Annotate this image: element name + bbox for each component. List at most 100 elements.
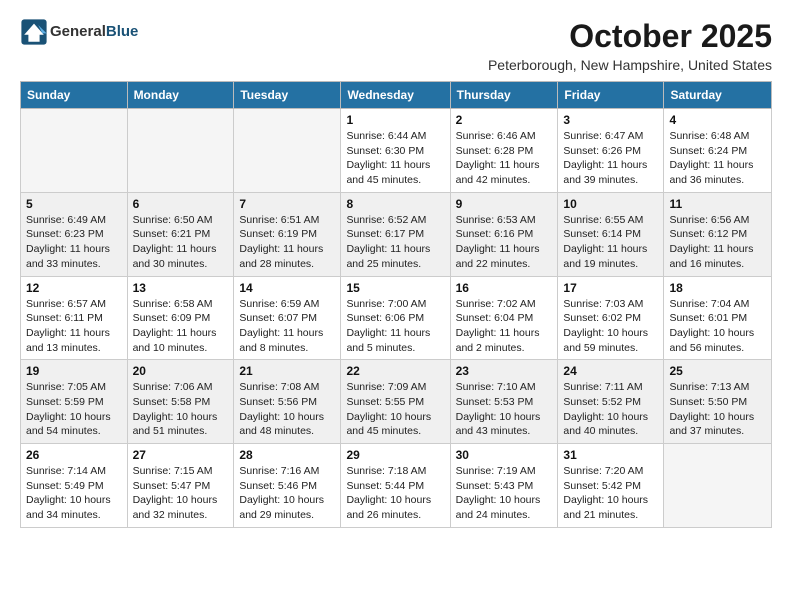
day-info: Sunrise: 7:13 AM Sunset: 5:50 PM Dayligh… <box>669 380 766 439</box>
table-row: 8 Sunrise: 6:52 AM Sunset: 6:17 PM Daylig… <box>341 192 450 276</box>
day-number: 20 <box>133 364 229 378</box>
day-number: 18 <box>669 281 766 295</box>
day-info: Sunrise: 6:56 AM Sunset: 6:12 PM Dayligh… <box>669 213 766 272</box>
table-row: 23 Sunrise: 7:10 AM Sunset: 5:53 PM Dayli… <box>450 360 558 444</box>
header: GeneralBlue October 2025 Peterborough, N… <box>20 18 772 73</box>
day-number: 1 <box>346 113 444 127</box>
logo: GeneralBlue <box>20 18 138 46</box>
day-number: 5 <box>26 197 122 211</box>
page: GeneralBlue October 2025 Peterborough, N… <box>0 0 792 546</box>
day-info: Sunrise: 6:50 AM Sunset: 6:21 PM Dayligh… <box>133 213 229 272</box>
day-info: Sunrise: 6:49 AM Sunset: 6:23 PM Dayligh… <box>26 213 122 272</box>
day-number: 7 <box>239 197 335 211</box>
table-row: 3 Sunrise: 6:47 AM Sunset: 6:26 PM Daylig… <box>558 109 664 193</box>
table-row: 24Sunrise: 7:11 AM Sunset: 5:52 PM Dayli… <box>558 360 664 444</box>
day-number: 25 <box>669 364 766 378</box>
day-info: Sunrise: 6:44 AM Sunset: 6:30 PM Dayligh… <box>346 129 444 188</box>
table-row: 10 Sunrise: 6:55 AM Sunset: 6:14 PM Dayli… <box>558 192 664 276</box>
day-info: Sunrise: 7:15 AM Sunset: 5:47 PM Dayligh… <box>133 464 229 523</box>
day-info: Sunrise: 7:09 AM Sunset: 5:55 PM Dayligh… <box>346 380 444 439</box>
table-row: 4Sunrise: 6:48 AM Sunset: 6:24 PM Daylig… <box>664 109 772 193</box>
col-thursday: Thursday <box>450 82 558 109</box>
table-row: 9Sunrise: 6:53 AM Sunset: 6:16 PM Daylig… <box>450 192 558 276</box>
col-saturday: Saturday <box>664 82 772 109</box>
day-info: Sunrise: 6:55 AM Sunset: 6:14 PM Dayligh… <box>563 213 658 272</box>
calendar-week-row: 19Sunrise: 7:05 AM Sunset: 5:59 PM Dayli… <box>21 360 772 444</box>
day-info: Sunrise: 7:16 AM Sunset: 5:46 PM Dayligh… <box>239 464 335 523</box>
day-info: Sunrise: 6:58 AM Sunset: 6:09 PM Dayligh… <box>133 297 229 356</box>
day-info: Sunrise: 7:04 AM Sunset: 6:01 PM Dayligh… <box>669 297 766 356</box>
calendar-table: Sunday Monday Tuesday Wednesday Thursday… <box>20 81 772 528</box>
table-row <box>21 109 128 193</box>
day-number: 16 <box>456 281 553 295</box>
day-number: 10 <box>563 197 658 211</box>
day-info: Sunrise: 6:47 AM Sunset: 6:26 PM Dayligh… <box>563 129 658 188</box>
title-block: October 2025 Peterborough, New Hampshire… <box>488 18 772 73</box>
table-row: 6 Sunrise: 6:50 AM Sunset: 6:21 PM Daylig… <box>127 192 234 276</box>
table-row: 11 Sunrise: 6:56 AM Sunset: 6:12 PM Dayli… <box>664 192 772 276</box>
day-number: 14 <box>239 281 335 295</box>
day-number: 24 <box>563 364 658 378</box>
col-sunday: Sunday <box>21 82 128 109</box>
day-info: Sunrise: 7:18 AM Sunset: 5:44 PM Dayligh… <box>346 464 444 523</box>
table-row: 13 Sunrise: 6:58 AM Sunset: 6:09 PM Dayli… <box>127 276 234 360</box>
calendar-week-row: 12Sunrise: 6:57 AM Sunset: 6:11 PM Dayli… <box>21 276 772 360</box>
day-number: 21 <box>239 364 335 378</box>
calendar-week-row: 1 Sunrise: 6:44 AM Sunset: 6:30 PM Daylig… <box>21 109 772 193</box>
day-info: Sunrise: 7:02 AM Sunset: 6:04 PM Dayligh… <box>456 297 553 356</box>
logo-icon <box>20 18 48 46</box>
day-number: 30 <box>456 448 553 462</box>
table-row: 18 Sunrise: 7:04 AM Sunset: 6:01 PM Dayli… <box>664 276 772 360</box>
table-row: 12Sunrise: 6:57 AM Sunset: 6:11 PM Dayli… <box>21 276 128 360</box>
calendar-week-row: 5 Sunrise: 6:49 AM Sunset: 6:23 PM Daylig… <box>21 192 772 276</box>
day-number: 15 <box>346 281 444 295</box>
day-number: 4 <box>669 113 766 127</box>
day-number: 3 <box>563 113 658 127</box>
table-row: 15Sunrise: 7:00 AM Sunset: 6:06 PM Dayli… <box>341 276 450 360</box>
day-number: 26 <box>26 448 122 462</box>
col-tuesday: Tuesday <box>234 82 341 109</box>
table-row <box>234 109 341 193</box>
table-row: 19Sunrise: 7:05 AM Sunset: 5:59 PM Dayli… <box>21 360 128 444</box>
day-number: 29 <box>346 448 444 462</box>
day-number: 9 <box>456 197 553 211</box>
day-number: 23 <box>456 364 553 378</box>
month-title: October 2025 <box>488 18 772 55</box>
table-row <box>127 109 234 193</box>
table-row: 1 Sunrise: 6:44 AM Sunset: 6:30 PM Daylig… <box>341 109 450 193</box>
day-info: Sunrise: 6:52 AM Sunset: 6:17 PM Dayligh… <box>346 213 444 272</box>
day-number: 27 <box>133 448 229 462</box>
col-monday: Monday <box>127 82 234 109</box>
table-row: 14Sunrise: 6:59 AM Sunset: 6:07 PM Dayli… <box>234 276 341 360</box>
day-number: 13 <box>133 281 229 295</box>
table-row: 21Sunrise: 7:08 AM Sunset: 5:56 PM Dayli… <box>234 360 341 444</box>
col-wednesday: Wednesday <box>341 82 450 109</box>
table-row: 5 Sunrise: 6:49 AM Sunset: 6:23 PM Daylig… <box>21 192 128 276</box>
table-row: 27 Sunrise: 7:15 AM Sunset: 5:47 PM Dayli… <box>127 444 234 528</box>
location-subtitle: Peterborough, New Hampshire, United Stat… <box>488 57 772 73</box>
calendar-header-row: Sunday Monday Tuesday Wednesday Thursday… <box>21 82 772 109</box>
day-info: Sunrise: 7:10 AM Sunset: 5:53 PM Dayligh… <box>456 380 553 439</box>
day-info: Sunrise: 7:06 AM Sunset: 5:58 PM Dayligh… <box>133 380 229 439</box>
day-number: 11 <box>669 197 766 211</box>
day-number: 17 <box>563 281 658 295</box>
table-row <box>664 444 772 528</box>
day-info: Sunrise: 6:51 AM Sunset: 6:19 PM Dayligh… <box>239 213 335 272</box>
table-row: 29 Sunrise: 7:18 AM Sunset: 5:44 PM Dayli… <box>341 444 450 528</box>
day-number: 6 <box>133 197 229 211</box>
table-row: 28 Sunrise: 7:16 AM Sunset: 5:46 PM Dayli… <box>234 444 341 528</box>
day-number: 19 <box>26 364 122 378</box>
day-number: 8 <box>346 197 444 211</box>
day-info: Sunrise: 6:57 AM Sunset: 6:11 PM Dayligh… <box>26 297 122 356</box>
day-info: Sunrise: 6:46 AM Sunset: 6:28 PM Dayligh… <box>456 129 553 188</box>
table-row: 26 Sunrise: 7:14 AM Sunset: 5:49 PM Dayli… <box>21 444 128 528</box>
day-info: Sunrise: 7:03 AM Sunset: 6:02 PM Dayligh… <box>563 297 658 356</box>
table-row: 31Sunrise: 7:20 AM Sunset: 5:42 PM Dayli… <box>558 444 664 528</box>
table-row: 7 Sunrise: 6:51 AM Sunset: 6:19 PM Daylig… <box>234 192 341 276</box>
day-number: 28 <box>239 448 335 462</box>
day-info: Sunrise: 7:14 AM Sunset: 5:49 PM Dayligh… <box>26 464 122 523</box>
table-row: 22Sunrise: 7:09 AM Sunset: 5:55 PM Dayli… <box>341 360 450 444</box>
table-row: 17 Sunrise: 7:03 AM Sunset: 6:02 PM Dayli… <box>558 276 664 360</box>
calendar-week-row: 26 Sunrise: 7:14 AM Sunset: 5:49 PM Dayli… <box>21 444 772 528</box>
table-row: 16 Sunrise: 7:02 AM Sunset: 6:04 PM Dayli… <box>450 276 558 360</box>
